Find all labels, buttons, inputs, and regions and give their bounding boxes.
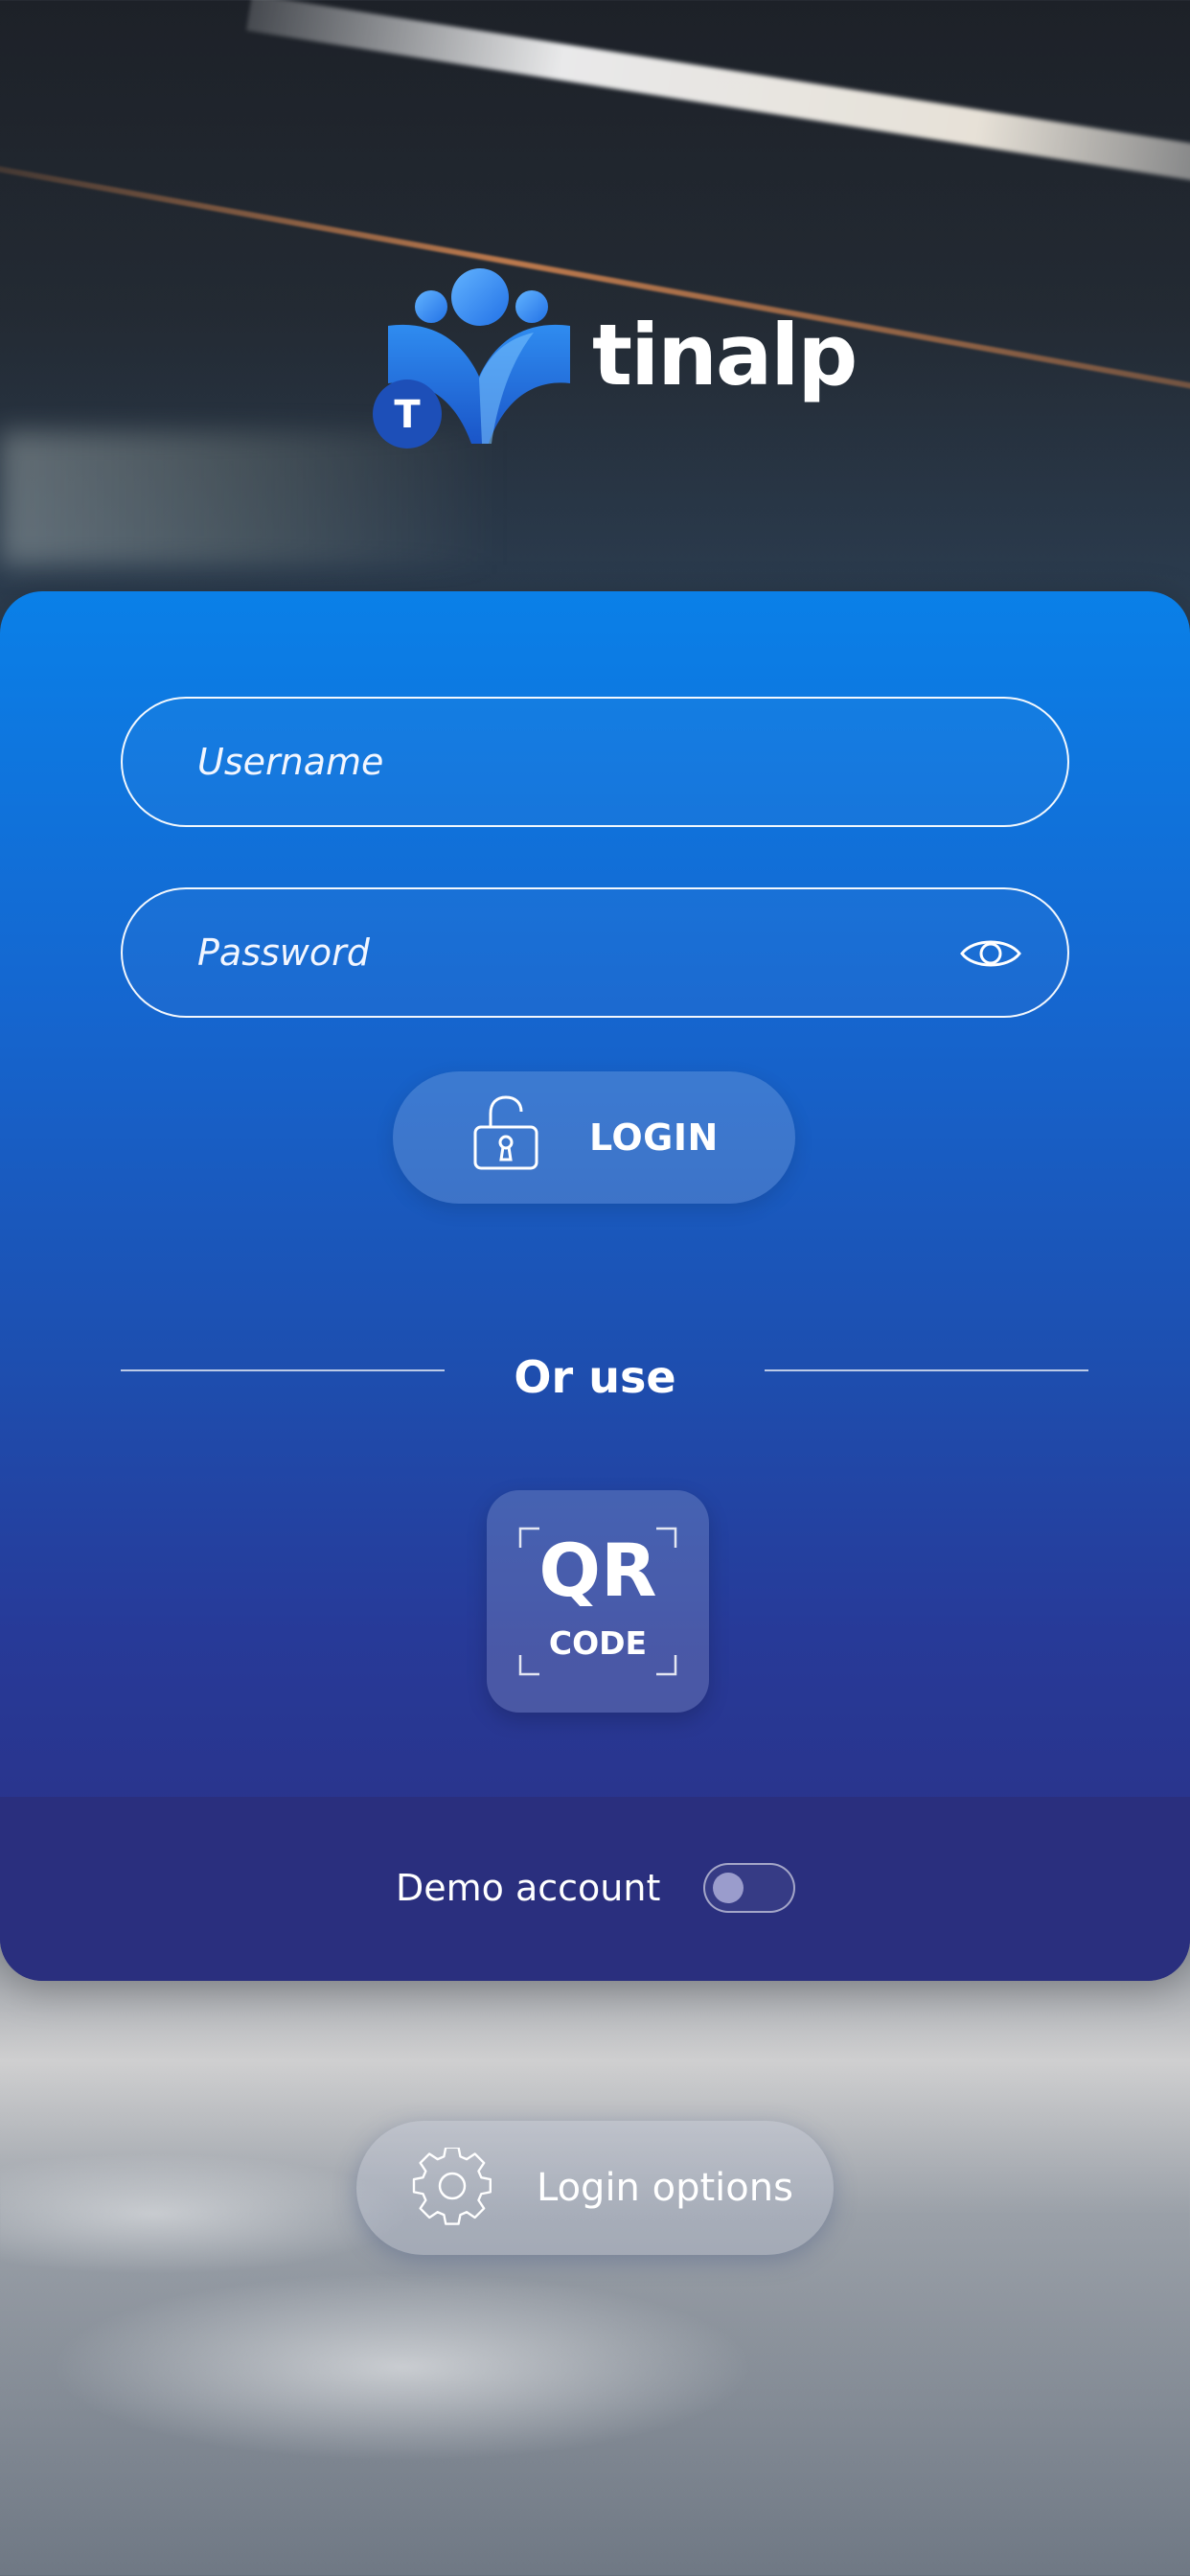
or-use-label: Or use: [514, 1351, 676, 1403]
brand-name: tinalp: [592, 306, 858, 404]
divider-right: [765, 1369, 1088, 1371]
background-ceiling-light: [246, 0, 1190, 196]
login-label: LOGIN: [589, 1116, 719, 1159]
login-options-label: Login options: [537, 2166, 793, 2210]
qr-code-button[interactable]: QR CODE: [487, 1490, 709, 1713]
unlock-icon: [471, 1094, 540, 1175]
show-password-eye-icon[interactable]: [960, 933, 1021, 978]
demo-account-toggle[interactable]: [703, 1863, 795, 1913]
login-options-button[interactable]: Login options: [356, 2121, 834, 2255]
divider-left: [121, 1369, 445, 1371]
qr-label: QR: [538, 1528, 657, 1613]
login-button[interactable]: LOGIN: [393, 1071, 795, 1204]
password-placeholder: Password: [197, 932, 370, 974]
demo-account-label: Demo account: [396, 1867, 661, 1909]
code-label: CODE: [548, 1624, 648, 1662]
password-field[interactable]: Password: [121, 887, 1069, 1018]
toggle-knob: [713, 1873, 744, 1903]
username-field[interactable]: Username: [121, 697, 1069, 827]
logo-badge-letter: T: [394, 393, 421, 437]
brand-logo: T tinalp: [369, 264, 858, 455]
gear-icon: [412, 2148, 492, 2225]
username-placeholder: Username: [197, 741, 384, 783]
